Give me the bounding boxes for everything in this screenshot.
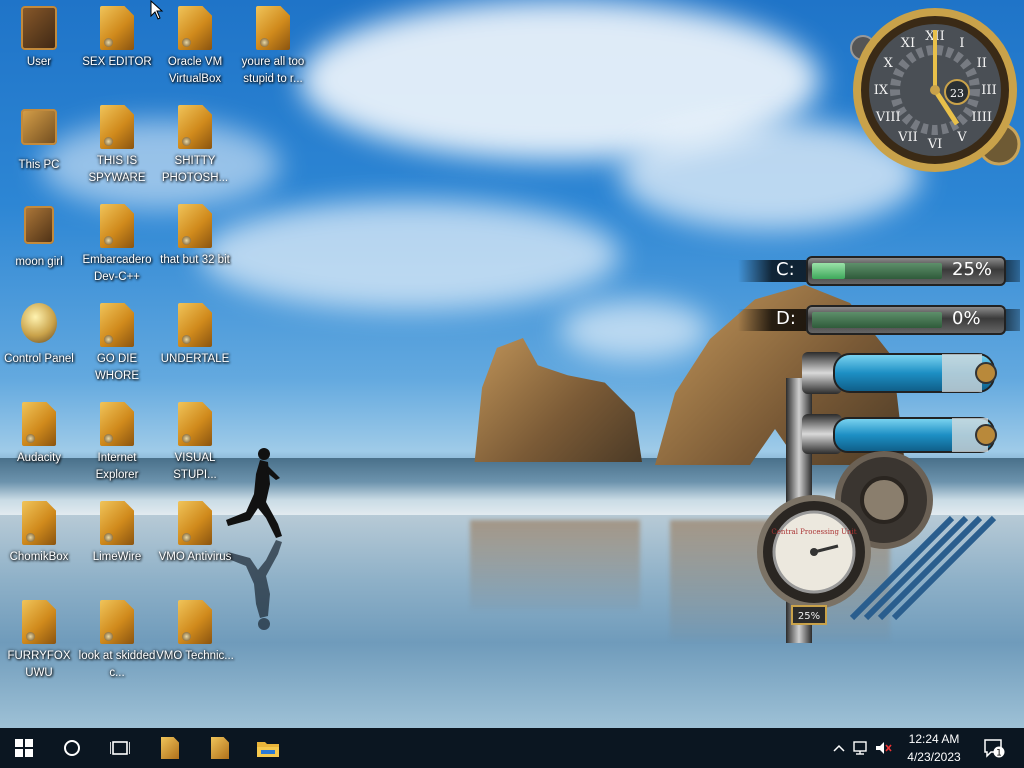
clock-numeral: V xyxy=(956,130,967,145)
search-button[interactable] xyxy=(48,728,96,768)
desktop-icon-file[interactable]: Oracle VM VirtualBox xyxy=(156,6,234,88)
taskbar-clock[interactable]: 12:24 AM 4/23/2023 xyxy=(890,730,978,766)
taskbar: 12:24 AM 4/23/2023 1 xyxy=(0,728,1024,768)
taskbar-pinned-file[interactable] xyxy=(196,728,244,768)
file-icon xyxy=(99,501,135,545)
drive-usage-percent: 25% xyxy=(952,259,993,280)
desktop-icon-file[interactable]: Internet Explorer xyxy=(78,402,156,484)
file-icon xyxy=(177,600,213,644)
file-icon xyxy=(21,600,57,644)
file-icon xyxy=(177,204,213,248)
desktop-icon-file[interactable]: that but 32 bit xyxy=(156,204,234,269)
task-view-icon xyxy=(110,741,130,755)
desktop-icon-file[interactable]: LimeWire xyxy=(78,501,156,566)
desktop-icon-file[interactable]: VMO Technic... xyxy=(156,600,234,665)
desktop-icon-file[interactable]: Embarcadero Dev-C++ xyxy=(78,204,156,286)
desktop-icon-file[interactable]: GO DIE WHORE xyxy=(78,303,156,385)
clock-day: 23 xyxy=(950,87,964,100)
clock-numeral: VI xyxy=(927,137,943,152)
user-folder-icon xyxy=(21,6,57,50)
desktop-icon-user[interactable]: User xyxy=(0,6,78,71)
desktop-icon-file[interactable]: FURRYFOX UWU xyxy=(0,600,78,682)
desktop-icon-moon-girl[interactable]: moon girl xyxy=(0,204,78,271)
network-icon xyxy=(853,741,867,755)
meter-track xyxy=(812,312,942,328)
gauge-value: 25% xyxy=(798,611,820,622)
desktop-icon-file[interactable]: VISUAL STUPI... xyxy=(156,402,234,484)
desktop-icon-file[interactable]: THIS IS SPYWARE xyxy=(78,105,156,187)
desktop-icon-file[interactable]: VMO Antivirus xyxy=(156,501,234,566)
file-icon xyxy=(177,402,213,446)
notification-count: 1 xyxy=(996,749,1002,759)
file-icon xyxy=(255,6,291,50)
clock-numeral: III xyxy=(981,83,996,98)
drive-usage-percent: 0% xyxy=(952,308,981,329)
meter-track xyxy=(812,263,942,279)
clock-numeral: II xyxy=(977,56,987,71)
wallpaper-cloud xyxy=(200,200,620,310)
file-icon xyxy=(99,204,135,248)
file-icon xyxy=(177,105,213,149)
file-icon xyxy=(99,105,135,149)
desktop-icon-file[interactable]: SEX EDITOR xyxy=(78,6,156,71)
tray-date: 4/23/2023 xyxy=(907,750,961,764)
clock-numeral: VIII xyxy=(875,110,901,125)
desktop-icon-file[interactable]: ChomikBox xyxy=(0,501,78,566)
clock-numeral: VII xyxy=(897,130,918,145)
taskbar-file-explorer[interactable] xyxy=(244,728,292,768)
file-icon xyxy=(99,402,135,446)
desktop-icon-file[interactable]: Audacity xyxy=(0,402,78,467)
file-icon xyxy=(21,501,57,545)
gauge-title: Central Processing Unit xyxy=(771,528,856,536)
wallpaper-cloud xyxy=(560,300,710,360)
file-icon xyxy=(99,303,135,347)
desktop-icon-file[interactable]: UNDERTALE xyxy=(156,303,234,368)
file-icon xyxy=(211,737,229,759)
clock-numeral: IX xyxy=(874,83,889,98)
desktop: User SEX EDITOR Oracle VM VirtualBox you… xyxy=(0,0,1024,728)
box-icon xyxy=(21,206,57,250)
start-button[interactable] xyxy=(0,728,48,768)
drive-letter: D: xyxy=(776,308,796,329)
mouse-cursor-icon xyxy=(150,0,164,20)
search-circle-icon xyxy=(64,740,80,756)
computer-icon xyxy=(21,109,57,153)
steampunk-cpu-gadget[interactable]: Central Processing Unit 25% xyxy=(742,348,1000,648)
chevron-up-icon xyxy=(833,744,845,752)
windows-logo-icon xyxy=(15,739,33,757)
desktop-icon-file[interactable]: look at skidded c... xyxy=(78,600,156,682)
drive-letter: C: xyxy=(776,259,795,280)
desktop-icon-file[interactable]: SHITTY PHOTOSH... xyxy=(156,105,234,187)
taskbar-pinned-file[interactable] xyxy=(146,728,194,768)
file-icon xyxy=(177,303,213,347)
network-button[interactable] xyxy=(851,738,871,758)
file-explorer-icon xyxy=(257,742,279,757)
file-icon xyxy=(99,600,135,644)
desktop-icon-file[interactable]: youre all too stupid to r... xyxy=(234,6,312,88)
task-view-button[interactable] xyxy=(96,728,144,768)
file-icon xyxy=(177,501,213,545)
show-hidden-icons-button[interactable] xyxy=(829,738,849,758)
notification-icon: 1 xyxy=(984,739,1005,759)
tray-time: 12:24 AM xyxy=(908,732,960,746)
clock-numeral: XI xyxy=(901,36,915,51)
desktop-icon-this-pc[interactable]: This PC xyxy=(0,105,78,174)
drive-meter-d[interactable]: D: 0% xyxy=(738,305,1020,335)
lightbulb-icon xyxy=(21,303,57,347)
file-icon xyxy=(161,737,179,759)
clock-numeral: I xyxy=(959,36,964,51)
meter-fill xyxy=(812,263,845,279)
wallpaper-reflection xyxy=(470,520,640,610)
drive-meter-c[interactable]: C: 25% xyxy=(738,256,1020,286)
desktop-icon-control-panel[interactable]: Control Panel xyxy=(0,303,78,368)
file-icon xyxy=(99,6,135,50)
file-icon xyxy=(21,402,57,446)
clock-numeral: X xyxy=(884,56,894,71)
file-icon xyxy=(177,6,213,50)
clock-numeral: IIII xyxy=(971,110,992,125)
action-center-button[interactable]: 1 xyxy=(982,738,1006,758)
steampunk-clock-widget[interactable]: 23 XIIIIIIIIIIIIVVIVIIVIIIIXXXI xyxy=(849,4,1021,172)
